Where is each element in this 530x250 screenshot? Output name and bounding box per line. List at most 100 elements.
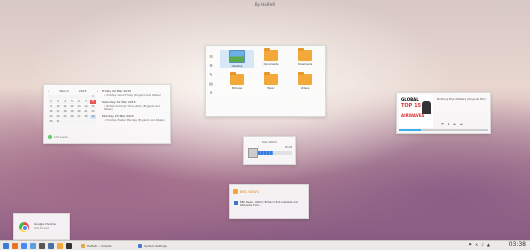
terminal-icon[interactable] (66, 242, 72, 249)
calendar-day (69, 120, 75, 124)
chrome-icon[interactable] (21, 242, 27, 249)
event-item[interactable]: • Holiday: Good Friday (England and Wale… (104, 94, 166, 97)
disk-usage-bar (258, 151, 292, 155)
calendar-day[interactable]: 16 (48, 110, 54, 114)
calendar-day[interactable]: 4 (62, 100, 68, 104)
disk-labels: / 98 GB (258, 146, 292, 149)
calendar-day[interactable]: 15 (90, 105, 96, 109)
cover-portrait (422, 101, 431, 114)
disk-usage-widget: Disk Watch / 98 GB (243, 136, 296, 165)
folder-tool-icon[interactable]: ✕ (209, 90, 212, 95)
event-day: Monday 23 Mar 2015 (102, 114, 134, 118)
folder-tool-icon[interactable]: ▤ (209, 81, 213, 86)
calendar-day[interactable]: 23 (48, 115, 54, 119)
next-month-button[interactable]: › (97, 89, 98, 93)
calendar-day[interactable]: 31 (55, 120, 61, 124)
notification-title: Google Chrome (34, 222, 56, 226)
folder-item-label: Documents (263, 63, 279, 66)
calendar-day[interactable]: 26 (69, 115, 75, 119)
calendar-day[interactable]: 8 (90, 100, 96, 104)
tray-icon[interactable]: ⚑ (468, 242, 472, 247)
rss-item[interactable]: BBC News - Watch: Britain's first Alphab… (234, 201, 304, 207)
calendar-day[interactable]: 25 (62, 115, 68, 119)
tray-icon[interactable]: ♪ (481, 242, 484, 247)
calendar-day[interactable]: 6 (76, 100, 82, 104)
prev-month-button[interactable]: ‹ (48, 89, 49, 93)
headphones-icon[interactable] (39, 242, 45, 249)
add-event-input[interactable]: Add event... (54, 136, 70, 139)
calendar-day[interactable]: 3 (55, 100, 61, 104)
track-progress[interactable] (399, 129, 488, 131)
folder-icon[interactable] (57, 242, 63, 249)
calendar-day[interactable]: 18 (62, 110, 68, 114)
monitor-icon[interactable] (48, 242, 54, 249)
calendar-day (76, 95, 82, 99)
event-item[interactable]: • British Summer Time starts (England an… (104, 105, 166, 111)
news-icon (234, 201, 238, 205)
app-notification[interactable]: Google Chrome Web Browser (13, 213, 70, 240)
cover-text: TOP 15 (401, 103, 422, 109)
tray-icon[interactable]: ▲ (487, 242, 490, 247)
folder-tool-icon[interactable]: ☰ (209, 54, 213, 59)
folder-item[interactable]: Videos (288, 72, 322, 90)
media-control-button[interactable]: ⏭ (453, 122, 456, 126)
media-controls: ⏮ ⏸ ⏭ ⏭ (441, 122, 463, 126)
folder-view-toolbar: ☰ ⚙ ✎ ▤ ✕ (208, 54, 214, 95)
calendar-year[interactable]: 2015 (79, 89, 87, 93)
calendar-day[interactable]: 2 (48, 100, 54, 104)
folder-item[interactable]: Pictures (220, 72, 254, 90)
media-player-widget: GLOBAL TOP 15 AIRWAVES Nothing Else Matt… (396, 92, 491, 134)
app-icon (81, 243, 85, 248)
calendar-day[interactable]: 21 (83, 110, 89, 114)
calendar-day[interactable]: 22 (90, 110, 96, 114)
calendar-day (62, 95, 68, 99)
calendar-day[interactable]: 29 (90, 115, 96, 119)
calendar-day[interactable]: 14 (83, 105, 89, 109)
firefox-icon[interactable] (12, 242, 18, 249)
calendar-day[interactable]: 5 (69, 100, 75, 104)
calendar-day[interactable]: 28 (83, 115, 89, 119)
calendar-day (48, 95, 54, 99)
calendar-day[interactable]: 17 (55, 110, 61, 114)
tray-icon[interactable]: ✕ (475, 242, 478, 247)
folder-item-label: Videos (300, 87, 310, 90)
folder-item[interactable]: Music (254, 72, 288, 90)
folder-item[interactable]: Documents (254, 48, 288, 68)
rss-header: BBC NEWS (233, 189, 259, 194)
calendar-day (83, 120, 89, 124)
disk-header: Disk Watch (261, 140, 278, 144)
media-control-button[interactable]: ⏸ (448, 122, 450, 126)
folder-tool-icon[interactable]: ⚙ (209, 63, 213, 68)
calendar-day[interactable]: 11 (62, 105, 68, 109)
folder-tool-icon[interactable]: ✎ (209, 72, 212, 77)
calendar-day[interactable]: 9 (48, 105, 54, 109)
calendar-day[interactable]: 12 (69, 105, 75, 109)
calendar-day[interactable]: 7 (83, 100, 89, 104)
calendar-day[interactable]: 19 (69, 110, 75, 114)
taskbar: HalFeR — Dolphin System Settings ⚑ ✕ ♪ ▲ 03:… (0, 240, 530, 250)
media-control-button[interactable]: ⏮ (441, 122, 444, 126)
start-icon[interactable] (3, 242, 9, 249)
files-icon[interactable] (30, 242, 36, 249)
media-control-button[interactable]: ⏭ (460, 122, 463, 126)
calendar-day[interactable]: 1 (90, 95, 96, 99)
calendar-day[interactable]: 20 (76, 110, 82, 114)
calendar-day[interactable]: 27 (76, 115, 82, 119)
folder-item[interactable]: Desktop (220, 50, 254, 68)
add-icon[interactable] (48, 135, 52, 139)
folder-item[interactable]: Downloads (288, 48, 322, 68)
notification-subtitle: Web Browser (34, 227, 50, 230)
clock[interactable]: 03:38 (509, 241, 526, 248)
calendar-day[interactable]: 30 (48, 120, 54, 124)
calendar-day[interactable]: 24 (55, 115, 61, 119)
desktop-icon (229, 50, 245, 63)
task-button[interactable]: System Settings (135, 242, 170, 249)
calendar-month[interactable]: March (59, 89, 68, 93)
task-button[interactable]: HalFeR — Dolphin (78, 242, 115, 249)
calendar-day[interactable]: 13 (76, 105, 82, 109)
event-item[interactable]: • Holiday: Easter Monday (England and Wa… (104, 119, 166, 122)
add-event-row: Add event... (48, 135, 96, 139)
app-icon (138, 243, 143, 248)
calendar-day[interactable]: 10 (55, 105, 61, 109)
task-manager: HalFeR — Dolphin System Settings (78, 242, 170, 249)
